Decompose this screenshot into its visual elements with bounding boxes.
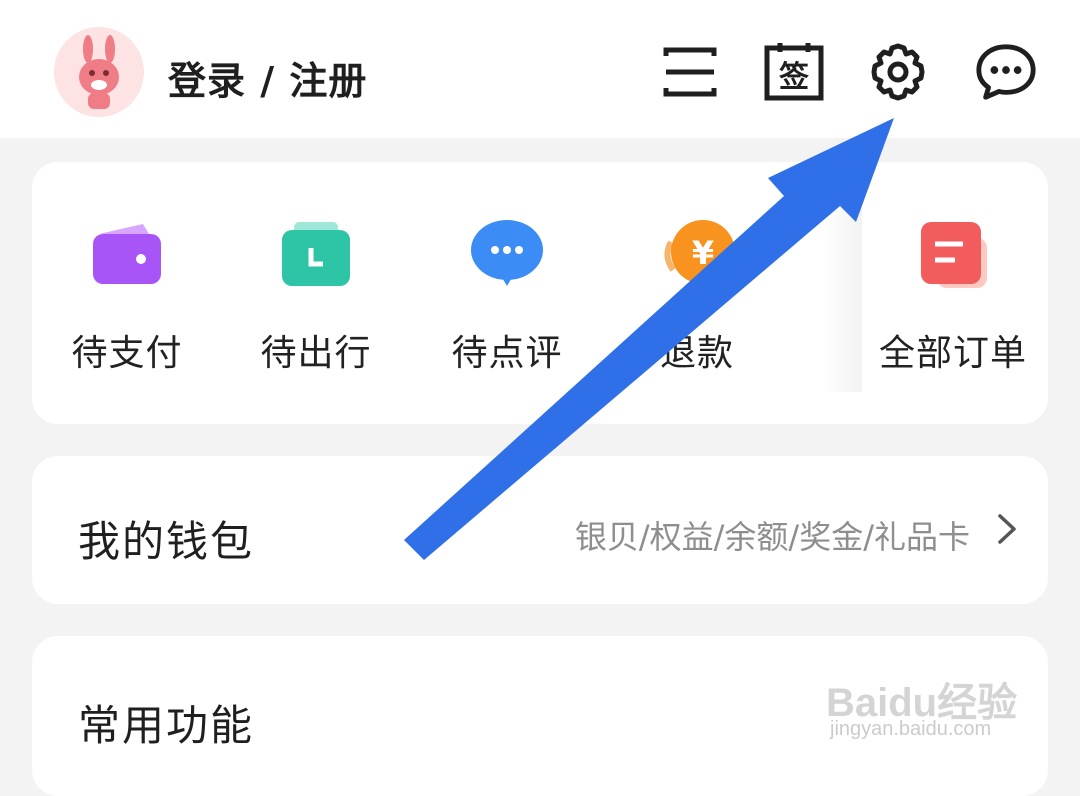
order-pending-payment[interactable]: 待支付 <box>32 162 222 424</box>
ticket-icon <box>276 214 356 294</box>
order-label: 退款 <box>659 333 734 374</box>
my-wallet-row[interactable]: 我的钱包 银贝/权益/余额/奖金/礼品卡 <box>32 456 1048 604</box>
rabbit-mascot-icon <box>54 27 144 117</box>
scan-icon <box>663 47 717 97</box>
checkin-icon: 签 <box>764 43 824 101</box>
refund-icon: ¥ <box>657 214 737 294</box>
wallet-title: 我的钱包 <box>78 517 255 566</box>
message-icon <box>976 44 1036 100</box>
settings-icon <box>871 43 925 101</box>
order-label: 待点评 <box>451 333 563 374</box>
checkin-button[interactable]: 签 <box>762 40 826 104</box>
wallet-icon <box>87 214 167 294</box>
scroll-divider <box>822 202 862 392</box>
order-label: 待支付 <box>71 333 183 374</box>
orders-card: 待支付 待出行 待点评 ¥ 退款 全部订单 <box>32 162 1048 424</box>
svg-text:签: 签 <box>779 60 809 95</box>
settings-button[interactable] <box>866 40 930 104</box>
profile-header: 登录 / 注册 签 <box>0 0 1080 138</box>
order-all[interactable]: 全部订单 <box>858 162 1048 424</box>
order-pending-trip[interactable]: 待出行 <box>221 162 411 424</box>
order-label: 待出行 <box>260 333 372 374</box>
watermark-url: jingyan.baidu.com <box>830 718 992 740</box>
all-orders-icon <box>913 214 993 294</box>
order-label: 全部订单 <box>878 333 1027 374</box>
messages-button[interactable] <box>974 40 1038 104</box>
order-pending-review[interactable]: 待点评 <box>412 162 602 424</box>
common-functions-title: 常用功能 <box>78 701 255 750</box>
login-register-link[interactable]: 登录 / 注册 <box>168 50 367 105</box>
order-refund[interactable]: ¥ 退款 <box>602 162 792 424</box>
chevron-right-icon <box>998 514 1016 544</box>
comment-icon <box>467 214 547 294</box>
avatar[interactable] <box>54 27 144 117</box>
wallet-subtitle: 银贝/权益/余额/奖金/礼品卡 <box>574 518 970 556</box>
watermark: Baidu经验 jingyan.baidu.com <box>826 648 1056 748</box>
svg-text:¥: ¥ <box>692 234 714 272</box>
scan-button[interactable] <box>658 40 722 104</box>
